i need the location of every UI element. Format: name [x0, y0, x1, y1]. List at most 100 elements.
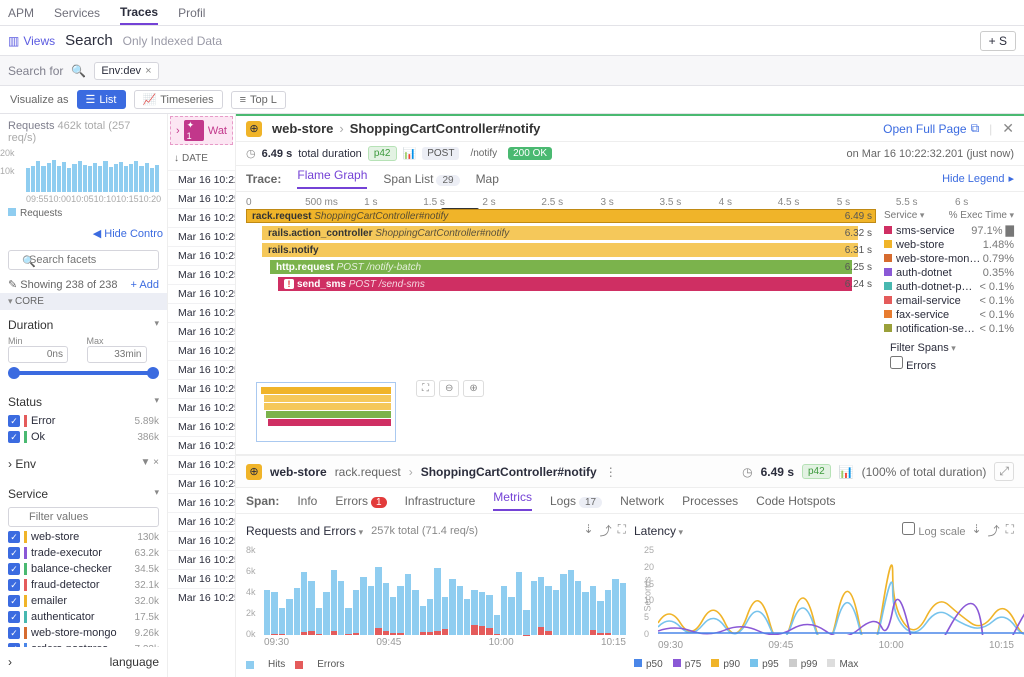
span-tab-hotspots[interactable]: Code Hotspots — [756, 494, 835, 508]
duration-max[interactable] — [87, 346, 147, 363]
tab-apm[interactable]: APM — [8, 6, 34, 20]
tab-spanlist[interactable]: Span List29 — [383, 172, 459, 186]
legend-item[interactable]: fax-service< 0.1% — [884, 308, 1014, 322]
language-facet[interactable]: › language — [8, 651, 159, 673]
errors-filter[interactable]: Errors — [890, 360, 936, 372]
duration-slider[interactable] — [12, 371, 155, 375]
checkbox-icon[interactable]: ✓ — [8, 595, 20, 607]
service-facet[interactable]: Service — [8, 483, 159, 505]
tab-traces[interactable]: Traces — [120, 5, 158, 25]
requests-minichart[interactable]: 20k 10k 09:5510:0010:0510:1010:1510:20 — [0, 148, 167, 204]
add-button[interactable]: + S — [980, 31, 1016, 51]
latency-chart[interactable]: Seconds 2520151050 09:3009:4510:0010:15 — [634, 545, 1014, 655]
legend-item[interactable]: sms-service97.1% ▇ — [884, 223, 1014, 238]
export-icon[interactable]: ⇣ — [584, 522, 594, 539]
facet-search[interactable]: 🔍 — [8, 250, 159, 270]
trace-row[interactable]: Mar 16 10:25 — [168, 569, 235, 588]
share-icon[interactable]: ⤴ — [600, 522, 612, 539]
duration-min[interactable] — [8, 346, 68, 363]
span-tab-processes[interactable]: Processes — [682, 494, 738, 508]
filter-icon[interactable]: ▼ × — [140, 457, 159, 471]
service-item[interactable]: ✓authenticator17.5k — [8, 609, 159, 625]
trace-row[interactable]: Mar 16 10:25 — [168, 208, 235, 227]
legend-item[interactable]: auth-dotnet0.35% — [884, 266, 1014, 280]
checkbox-icon[interactable]: ✓ — [8, 547, 20, 559]
checkbox-icon[interactable]: ✓ — [8, 611, 20, 623]
trace-row[interactable]: Mar 16 10:22 — [168, 170, 235, 189]
span-tab-network[interactable]: Network — [620, 494, 664, 508]
checkbox-icon[interactable]: ✓ — [8, 415, 20, 427]
duration-facet[interactable]: Duration — [8, 314, 159, 336]
legend-item[interactable]: notification-se…< 0.1% — [884, 322, 1014, 336]
vis-toplist[interactable]: ≡ Top L — [231, 91, 286, 109]
service-filter-input[interactable] — [8, 507, 159, 527]
service-item[interactable]: ✓trade-executor63.2k — [8, 545, 159, 561]
span-row[interactable]: rack.request ShoppingCartController#noti… — [246, 208, 876, 224]
checkbox-icon[interactable]: ✓ — [8, 579, 20, 591]
views-button[interactable]: ▥ Views — [8, 34, 55, 48]
trace-row[interactable]: Mar 16 10:25 — [168, 360, 235, 379]
vis-timeseries[interactable]: 📈 Timeseries — [134, 90, 223, 109]
span-tab-logs[interactable]: Logs17 — [550, 494, 602, 508]
trace-row[interactable]: Mar 16 10:25 — [168, 398, 235, 417]
trace-row[interactable]: Mar 16 10:25 — [168, 265, 235, 284]
service-item[interactable]: ✓emailer32.0k — [8, 593, 159, 609]
service-item[interactable]: ✓web-store-mongo9.26k — [8, 625, 159, 641]
export-icon[interactable]: ⇣ — [972, 522, 982, 539]
status-item[interactable]: ✓Ok386k — [8, 429, 159, 445]
trace-row[interactable]: Mar 16 10:25 — [168, 550, 235, 569]
open-full-page[interactable]: Open Full Page ⧉ — [883, 121, 979, 136]
tab-flamegraph[interactable]: Flame Graph — [297, 168, 367, 189]
checkbox-icon[interactable]: ✓ — [8, 531, 20, 543]
close-panel[interactable]: ✕ — [1002, 120, 1014, 137]
trace-row[interactable]: Mar 16 10:25 — [168, 227, 235, 246]
chart-title-latency[interactable]: Latency — [634, 524, 683, 538]
trace-minimap[interactable] — [256, 382, 396, 442]
minimap-controls[interactable]: ⛶⊖⊕ — [406, 376, 494, 401]
span-row[interactable]: rails.action_controller ShoppingCartCont… — [246, 225, 876, 241]
trace-row[interactable]: Mar 16 10:25 — [168, 436, 235, 455]
watchdog-row[interactable]: › ✦ 1 Wat — [170, 116, 233, 145]
legend-item[interactable]: web-store1.48% — [884, 238, 1014, 252]
trace-row[interactable]: Mar 16 10:25 — [168, 455, 235, 474]
checkbox-icon[interactable]: ✓ — [8, 563, 20, 575]
span-tab-metrics[interactable]: Metrics — [493, 490, 532, 511]
status-facet[interactable]: Status — [8, 391, 159, 413]
expand-icon[interactable]: ⤢ — [994, 462, 1014, 481]
legend-item[interactable]: auth-dotnet-p…< 0.1% — [884, 280, 1014, 294]
close-icon[interactable]: × — [145, 65, 151, 77]
more-icon[interactable]: ⋮ — [605, 465, 617, 479]
span-row[interactable]: rails.notify 6.31 s — [246, 242, 876, 258]
date-column-header[interactable]: ↓ DATE — [168, 147, 235, 170]
span-tab-errors[interactable]: Errors1 — [335, 494, 386, 508]
trace-row[interactable]: Mar 16 10:25 — [168, 303, 235, 322]
trace-row[interactable]: Mar 16 10:25 — [168, 322, 235, 341]
legend-item[interactable]: email-service< 0.1% — [884, 294, 1014, 308]
share-icon[interactable]: ⤴ — [988, 522, 1000, 539]
trace-row[interactable]: Mar 16 10:25 — [168, 284, 235, 303]
service-item[interactable]: ✓fraud-detector32.1k — [8, 577, 159, 593]
trace-row[interactable]: Mar 16 10:25 — [168, 588, 235, 607]
legend-item[interactable]: web-store-mon…0.79% — [884, 252, 1014, 266]
trace-row[interactable]: Mar 16 10:25 — [168, 493, 235, 512]
span-row[interactable]: !send_sms POST /send-sms 6.24 s — [246, 276, 876, 292]
add-facet[interactable]: + Add — [131, 279, 159, 291]
trace-row[interactable]: Mar 16 10:25 — [168, 474, 235, 493]
fullscreen-icon[interactable]: ⛶ — [1006, 522, 1014, 539]
dist-icon[interactable]: 📊 — [403, 147, 417, 160]
service-item[interactable]: ✓balance-checker34.5k — [8, 561, 159, 577]
zoom-in-icon[interactable]: ⊕ — [463, 380, 483, 397]
chart-title-requests[interactable]: Requests and Errors — [246, 524, 363, 538]
checkbox-icon[interactable]: ✓ — [8, 627, 20, 639]
span-tab-info[interactable]: Info — [297, 494, 317, 508]
hide-legend[interactable]: Hide Legend ▸ — [942, 172, 1014, 185]
checkbox-icon[interactable]: ✓ — [8, 431, 20, 443]
requests-chart[interactable]: 8k6k4k2k0k 09:3009:4510:0010:15 — [246, 545, 626, 655]
trace-row[interactable]: Mar 16 10:25 — [168, 246, 235, 265]
fit-icon[interactable]: ⛶ — [416, 380, 435, 397]
vis-list[interactable]: ☰ List — [77, 90, 126, 109]
trace-row[interactable]: Mar 16 10:25 — [168, 417, 235, 436]
core-section[interactable]: CORE — [0, 293, 167, 310]
env-facet[interactable]: › Env▼ × — [8, 453, 159, 475]
trace-row[interactable]: Mar 16 10:25 — [168, 341, 235, 360]
